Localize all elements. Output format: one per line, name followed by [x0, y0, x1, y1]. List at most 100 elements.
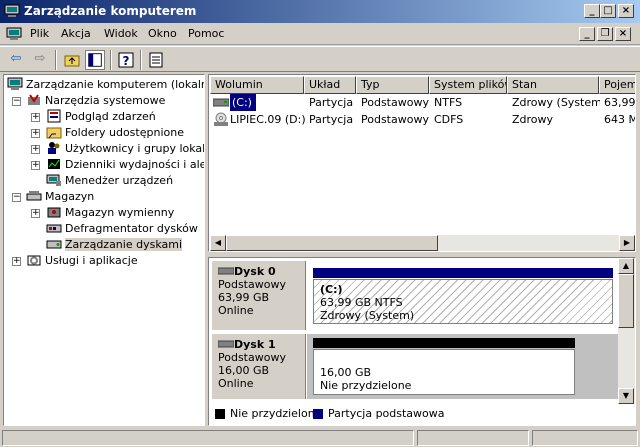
tree-item-defragmenter[interactable]: Defragmentator dysków — [46, 221, 198, 237]
collapse-storage[interactable]: − — [12, 193, 21, 202]
scroll-up-icon[interactable]: ▲ — [618, 258, 634, 274]
expand-local-users[interactable]: + — [31, 145, 40, 154]
table-row[interactable]: LIPIEC.09 (D:) Partycja Podstawowy CDFS … — [211, 111, 635, 128]
close-button[interactable]: × — [618, 4, 634, 18]
maximize-button[interactable]: □ — [600, 4, 616, 18]
expand-event-viewer[interactable]: + — [31, 113, 40, 122]
column-header-filesystem[interactable]: System plików — [429, 76, 507, 94]
back-arrow-icon[interactable]: ⇦ — [6, 50, 26, 70]
horizontal-scrollbar[interactable]: ◀ ▶ — [210, 235, 635, 251]
disk-icon — [217, 340, 235, 348]
tree-item-perf-logs[interactable]: Dzienniki wydajności i alerty — [46, 157, 204, 173]
expand-services[interactable]: + — [12, 257, 21, 266]
shared-folder-icon — [46, 127, 62, 139]
window-title: Zarządzanie komputerem — [24, 4, 197, 18]
column-header-type[interactable]: Typ — [356, 76, 429, 94]
scroll-thumb[interactable] — [226, 235, 438, 251]
column-header-status[interactable]: Stan — [507, 76, 599, 94]
scroll-right-icon[interactable]: ▶ — [619, 235, 635, 251]
unallocated-bar — [313, 338, 575, 348]
users-icon — [48, 142, 60, 154]
column-header-layout[interactable]: Układ — [304, 76, 356, 94]
cd-drive-icon — [214, 112, 228, 126]
column-header-capacity[interactable]: Pojem — [599, 76, 635, 94]
menu-bar: Plik Akcja Widok Okno Pomoc _ ❐ × — [0, 23, 640, 45]
expand-perf-logs[interactable]: + — [31, 161, 40, 170]
scroll-left-icon[interactable]: ◀ — [210, 235, 226, 251]
legend-unallocated: Nie przydzielone — [230, 407, 322, 420]
cell-capacity: 643 M — [604, 113, 636, 126]
status-panel — [417, 430, 529, 446]
menu-okno[interactable]: Okno — [148, 27, 177, 40]
minimize-button[interactable]: _ — [584, 4, 600, 18]
disk-management-icon — [46, 240, 62, 249]
disk-1-label[interactable]: Dysk 1 Podstawowy 16,00 GB Online — [212, 334, 306, 399]
storage-icon — [26, 191, 42, 201]
menu-plik[interactable]: Plik — [30, 27, 49, 40]
status-panel — [2, 430, 414, 446]
tree-item-local-users[interactable]: Użytkownicy i grupy lokalne — [46, 141, 204, 157]
details-pane: Wolumin Układ Typ System plików Stan Poj… — [208, 74, 638, 426]
menu-widok[interactable]: Widok — [104, 27, 138, 40]
scroll-thumb[interactable] — [618, 274, 634, 328]
performance-icon — [48, 159, 60, 169]
tree-item-shared-folders[interactable]: Foldery udostępnione — [46, 125, 184, 141]
primary-swatch — [313, 409, 323, 419]
child-minimize-button[interactable]: _ — [579, 27, 595, 41]
forward-arrow-icon[interactable]: ⇨ — [30, 50, 50, 70]
tree-item-storage[interactable]: Magazyn — [26, 189, 94, 205]
expand-shared-folders[interactable]: + — [31, 129, 40, 138]
removable-storage-icon — [47, 207, 61, 218]
disk-type: Podstawowy — [218, 351, 286, 364]
disk-0-label[interactable]: Dysk 0 Podstawowy 63,99 GB Online — [212, 261, 306, 330]
disk-status: Online — [218, 377, 254, 390]
tree-item-disk-management[interactable]: Zarządzanie dyskami — [46, 237, 183, 253]
child-restore-button[interactable]: ❐ — [597, 27, 613, 41]
disk-name: Dysk 1 — [234, 338, 276, 351]
toolbar: ⇦ ⇨ ? — [0, 46, 640, 72]
vertical-scrollbar[interactable]: ▲ ▼ — [618, 258, 635, 404]
cell-layout: Partycja — [309, 96, 354, 109]
column-header-volume[interactable]: Wolumin — [210, 76, 304, 94]
defrag-icon — [46, 224, 62, 233]
up-folder-icon[interactable] — [62, 50, 82, 70]
tree-label: Menedżer urządzeń — [65, 174, 174, 187]
unallocated-space[interactable]: 16,00 GB Nie przydzielone — [313, 349, 575, 395]
tools-icon — [28, 94, 40, 105]
menu-akcja[interactable]: Akcja — [61, 27, 91, 40]
child-close-button[interactable]: × — [615, 27, 631, 41]
tree-label: Magazyn — [45, 190, 95, 203]
tree-item-device-manager[interactable]: Menedżer urządzeń — [46, 173, 173, 189]
cell-status: Zdrowy (System) — [512, 96, 600, 109]
collapse-system-tools[interactable]: − — [12, 97, 21, 106]
expand-removable[interactable]: + — [31, 209, 40, 218]
cell-type: Podstawowy — [361, 113, 429, 126]
tree-root[interactable]: Zarządzanie komputerem (lokalne) — [7, 77, 204, 93]
unallocated-size: 16,00 GB — [320, 366, 372, 379]
cell-capacity: 63,99 — [604, 96, 636, 109]
tree-item-event-viewer[interactable]: Podgląd zdarzeń — [46, 109, 156, 125]
show-tree-icon[interactable] — [85, 50, 105, 70]
tree-item-services[interactable]: Usługi i aplikacje — [26, 253, 138, 269]
scroll-down-icon[interactable]: ▼ — [618, 388, 634, 404]
tree-item-removable-storage[interactable]: Magazyn wymienny — [46, 205, 174, 221]
menu-pomoc[interactable]: Pomoc — [188, 27, 224, 40]
cell-status: Zdrowy — [512, 113, 554, 126]
console-tree: Zarządzanie komputerem (lokalne) − Narzę… — [3, 74, 205, 426]
properties-icon[interactable] — [146, 50, 166, 70]
help-icon[interactable]: ? — [116, 50, 136, 70]
cell-filesystem: CDFS — [434, 113, 464, 126]
unallocated-status: Nie przydzielone — [320, 379, 412, 392]
device-manager-icon — [46, 174, 61, 186]
cell-layout: Partycja — [309, 113, 354, 126]
tree-item-system-tools[interactable]: Narzędzia systemowe — [26, 93, 165, 109]
computer-management-icon — [4, 4, 20, 17]
disk-size: 16,00 GB — [218, 364, 270, 377]
partition-c[interactable]: (C:) 63,99 GB NTFS Zdrowy (System) — [313, 279, 613, 324]
legend: Nie przydzielone Partycja podstawowa — [209, 404, 619, 424]
title-bar[interactable]: Zarządzanie komputerem _ □ × — [0, 0, 640, 23]
console-icon — [6, 27, 22, 40]
table-row[interactable]: (C:) Partycja Podstawowy NTFS Zdrowy (Sy… — [211, 94, 635, 111]
disk-size: 63,99 GB — [218, 291, 270, 304]
tree-label-selected: Zarządzanie dyskami — [65, 238, 183, 251]
